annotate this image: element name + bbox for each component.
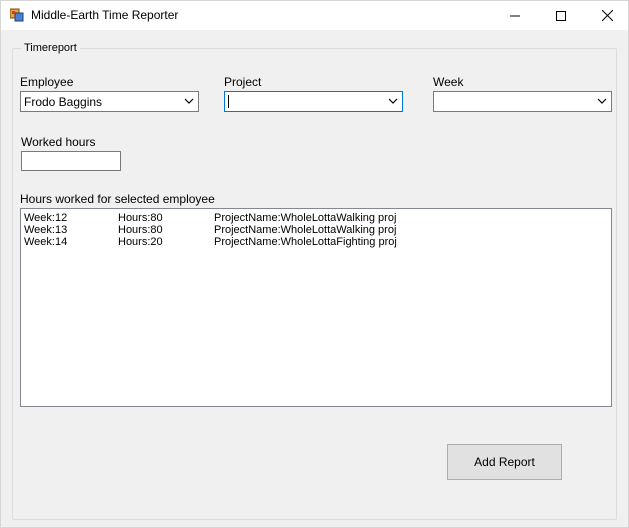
app-window: Middle-Earth Time Reporter Timereport Em…: [0, 0, 629, 528]
maximize-icon: [556, 10, 566, 21]
minimize-icon: [510, 15, 520, 16]
text-caret: [228, 95, 229, 108]
list-item-week: Week:14: [24, 236, 68, 248]
maximize-button[interactable]: [538, 1, 584, 30]
chevron-down-icon: [184, 98, 194, 104]
project-label: Project: [224, 75, 262, 89]
list-item[interactable]: Week:13 Hours:80 ProjectName:WholeLottaW…: [24, 224, 604, 236]
minimize-button[interactable]: [492, 1, 538, 30]
hours-listbox[interactable]: Week:12 Hours:80 ProjectName:WholeLottaW…: [20, 208, 612, 407]
week-combobox[interactable]: [433, 91, 612, 112]
list-item-project: ProjectName:WholeLottaFighting proj: [214, 236, 397, 248]
list-item-hours: Hours:80: [118, 212, 163, 224]
list-item-project: ProjectName:WholeLottaWalking proj: [214, 212, 397, 224]
list-item-hours: Hours:80: [118, 224, 163, 236]
groupbox-legend: Timereport: [21, 42, 80, 54]
chevron-down-icon: [597, 98, 607, 104]
project-combobox[interactable]: [224, 91, 403, 112]
title-bar[interactable]: Middle-Earth Time Reporter: [1, 1, 628, 30]
employee-combobox[interactable]: Frodo Baggins: [20, 91, 199, 112]
worked-hours-label: Worked hours: [21, 135, 96, 149]
chevron-down-icon: [388, 98, 398, 104]
list-item-project: ProjectName:WholeLottaWalking proj: [214, 224, 397, 236]
app-icon: [10, 8, 24, 22]
list-item[interactable]: Week:14 Hours:20 ProjectName:WholeLottaF…: [24, 236, 604, 248]
week-label: Week: [433, 75, 464, 89]
close-button[interactable]: [584, 1, 629, 30]
list-item-hours: Hours:20: [118, 236, 163, 248]
list-item-week: Week:13: [24, 224, 68, 236]
worked-hours-input[interactable]: [21, 151, 121, 171]
window-title: Middle-Earth Time Reporter: [31, 8, 179, 22]
list-item-week: Week:12: [24, 212, 68, 224]
list-item[interactable]: Week:12 Hours:80 ProjectName:WholeLottaW…: [24, 212, 604, 224]
employee-selected-value: Frodo Baggins: [24, 95, 103, 109]
close-icon: [601, 10, 613, 21]
add-report-button[interactable]: Add Report: [447, 444, 562, 480]
hours-list-label: Hours worked for selected employee: [20, 192, 215, 206]
employee-label: Employee: [20, 75, 74, 89]
